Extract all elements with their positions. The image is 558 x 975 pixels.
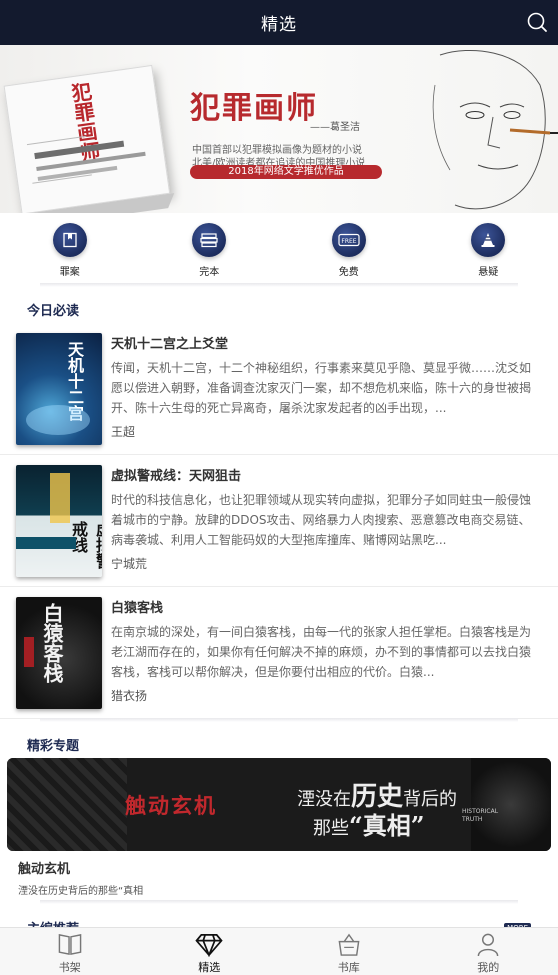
svg-text:FREE: FREE	[341, 238, 356, 245]
tab-featured[interactable]: 精选	[140, 928, 280, 975]
tab-label: 书架	[58, 961, 81, 974]
list-item[interactable]: 虚拟警戒线 虚拟警戒线：天网狙击 时代的科技信息化，也让犯罪领域从现实转向虚拟，…	[0, 455, 558, 587]
search-icon[interactable]	[526, 11, 548, 33]
category-suspense[interactable]: 悬疑	[419, 213, 558, 286]
divider	[40, 283, 518, 287]
category-crime[interactable]: 罪案	[0, 213, 140, 286]
topic-title[interactable]: 触动玄机	[18, 858, 70, 877]
book-title: 虚拟警戒线：天网狙击	[111, 469, 242, 484]
topic-banner-red-title: 触动玄机	[125, 793, 217, 818]
category-completed[interactable]: 完本	[140, 213, 280, 286]
banner-award-tag: 2018年网络文学推优作品	[190, 165, 382, 179]
page-title: 精选	[261, 15, 297, 35]
book-author: 宁城荒	[111, 557, 148, 571]
topic-subtitle: 湮没在历史背后的那些“真相	[18, 886, 144, 897]
cone-icon	[471, 223, 506, 257]
category-nav: 罪案 完本 FREE 免费 悬疑	[0, 213, 558, 286]
tab-label: 精选	[198, 961, 221, 974]
topic-banner[interactable]: 触动玄机 湮没在历史背后的 那些“真相” HISTORICAL TRUTH	[7, 758, 551, 851]
book-title: 白猿客栈	[111, 601, 164, 616]
divider	[40, 718, 518, 722]
stack-icon	[192, 223, 227, 257]
tab-library[interactable]: 书库	[279, 928, 419, 975]
banner-author: ——葛圣洁	[310, 122, 360, 133]
person-icon	[477, 933, 499, 957]
portrait-sketch-image	[432, 50, 558, 210]
tab-bookshelf[interactable]: 书架	[0, 928, 140, 975]
book-description: 在南京城的深处，有一间白猿客栈，由每一代的张家人担任掌柜。白猿客栈是为老江湖而存…	[111, 625, 532, 679]
book-cover: 虚拟警戒线	[16, 465, 102, 577]
book-description: 传闻，天机十二宫，十二个神秘组织，行事素来莫见乎隐、莫显乎微……沈爻如愿以偿进入…	[111, 361, 532, 415]
section-title-topics: 精彩专题	[27, 739, 80, 754]
banner-title: 犯罪画师	[190, 91, 318, 126]
divider	[40, 900, 518, 904]
tab-mine[interactable]: 我的	[419, 928, 558, 975]
book-icon	[52, 223, 87, 257]
free-icon: FREE	[331, 223, 366, 257]
category-label: 罪案	[59, 267, 80, 278]
book-author: 王超	[111, 425, 136, 439]
bookshelf-icon	[58, 934, 82, 955]
book-cover-image: 犯罪画师	[0, 64, 176, 213]
list-item[interactable]: 天机十二宫 天机十二宫之上爻堂 传闻，天机十二宫，十二个神秘组织，行事素来莫见乎…	[0, 323, 558, 455]
book-cover: 天机十二宫	[16, 333, 102, 445]
top-bar: 精选	[0, 0, 558, 45]
category-label: 完本	[199, 267, 220, 278]
section-title-today: 今日必读	[27, 304, 80, 319]
bottom-tab-bar: 书架 精选 书库 我的	[0, 927, 558, 975]
list-item[interactable]: 白猿客栈 白猿客栈 在南京城的深处，有一间白猿客栈，由每一代的张家人担任掌柜。白…	[0, 587, 558, 719]
tab-label: 书库	[337, 961, 360, 974]
diamond-icon	[195, 934, 223, 957]
promo-banner[interactable]: 犯罪画师 犯罪画师 ——葛圣洁 中国首部以犯罪模拟画像为题材的小说 北美/欧洲读…	[0, 45, 558, 213]
category-label: 免费	[338, 267, 359, 278]
bag-icon	[338, 933, 360, 956]
category-free[interactable]: FREE 免费	[279, 213, 419, 286]
book-author: 猎衣扬	[111, 689, 148, 703]
book-title: 天机十二宫之上爻堂	[111, 337, 229, 352]
book-description: 时代的科技信息化，也让犯罪领域从现实转向虚拟，犯罪分子如同蛀虫一般侵蚀着城市的宁…	[111, 493, 532, 547]
category-label: 悬疑	[478, 267, 499, 278]
tab-label: 我的	[477, 961, 500, 974]
book-cover: 白猿客栈	[16, 597, 102, 709]
